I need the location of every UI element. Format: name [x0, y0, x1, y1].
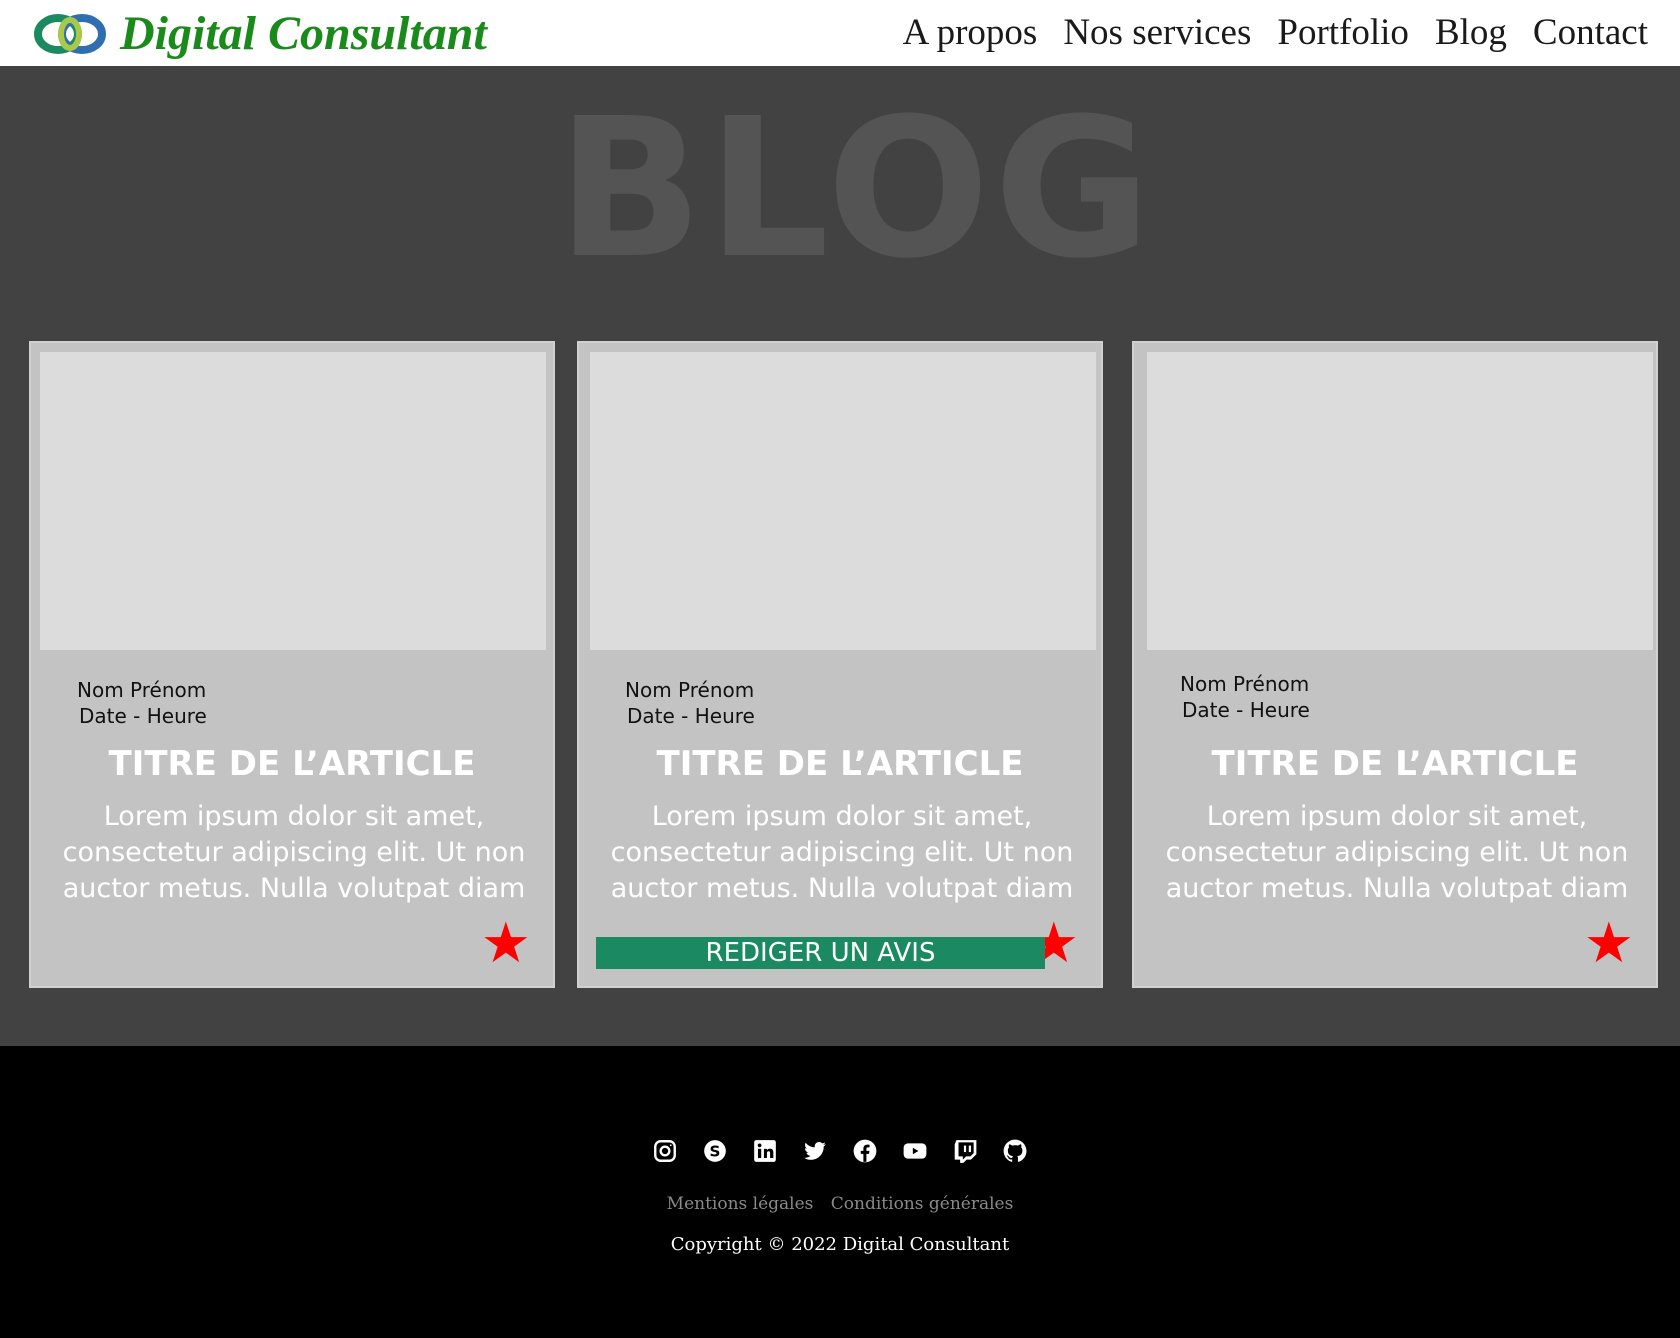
twitter-icon[interactable] [802, 1138, 828, 1164]
article-datetime: Date - Heure [627, 704, 755, 728]
nav-link-contact[interactable]: Contact [1533, 10, 1648, 56]
legal-links: Mentions légales Conditions générales [0, 1194, 1680, 1214]
linkedin-icon[interactable] [752, 1138, 778, 1164]
terms-link[interactable]: Conditions générales [831, 1194, 1014, 1214]
copyright-text: Copyright © 2022 Digital Consultant [670, 1234, 1010, 1255]
article-author: Nom Prénom [77, 678, 207, 702]
article-excerpt: Lorem ipsum dolor sit amet, consectetur … [610, 801, 1074, 904]
facebook-icon[interactable] [852, 1138, 878, 1164]
article-title: TITRE DE L’ARTICLE [1211, 744, 1579, 784]
site-header: Digital Consultant A propos Nos services… [0, 0, 1680, 66]
article-card-2[interactable]: Nom Prénom Date - Heure TITRE DE L’ARTIC… [577, 341, 1103, 988]
main-nav: A propos Nos services Portfolio Blog Con… [903, 10, 1648, 56]
brand-logo-link[interactable]: Digital Consultant [32, 8, 487, 60]
social-links: S [0, 1138, 1680, 1164]
legal-notice-link[interactable]: Mentions légales [667, 1194, 814, 1214]
favorite-star-icon[interactable]: ★ [1584, 915, 1634, 971]
github-icon[interactable] [1002, 1138, 1028, 1164]
skype-icon[interactable]: S [702, 1138, 728, 1164]
article-author: Nom Prénom [625, 678, 755, 702]
instagram-icon[interactable] [652, 1138, 678, 1164]
brand-name: Digital Consultant [120, 7, 487, 60]
article-datetime: Date - Heure [79, 704, 207, 728]
twitch-icon[interactable] [952, 1138, 978, 1164]
write-review-button[interactable]: REDIGER UN AVIS [596, 937, 1045, 969]
article-meta: Nom Prénom Date - Heure [625, 677, 755, 729]
article-meta: Nom Prénom Date - Heure [77, 677, 207, 729]
blog-section: BLOG Nom Prénom Date - Heure TITRE DE L’… [0, 66, 1680, 1046]
article-title: TITRE DE L’ARTICLE [656, 744, 1024, 784]
article-excerpt: Lorem ipsum dolor sit amet, consectetur … [62, 801, 526, 904]
blog-background-title: BLOG [556, 78, 1156, 301]
article-card-1[interactable]: Nom Prénom Date - Heure TITRE DE L’ARTIC… [29, 341, 555, 988]
nav-link-nos-services[interactable]: Nos services [1063, 10, 1251, 56]
logo-rings-icon [34, 14, 106, 54]
article-meta: Nom Prénom Date - Heure [1180, 671, 1310, 723]
favorite-star-icon[interactable]: ★ [481, 915, 531, 971]
article-card-3[interactable]: Nom Prénom Date - Heure TITRE DE L’ARTIC… [1132, 341, 1658, 988]
site-footer: S Mentions légales Conditions générales … [0, 1046, 1680, 1338]
article-image-placeholder [40, 352, 546, 650]
article-author: Nom Prénom [1180, 672, 1310, 696]
nav-link-blog[interactable]: Blog [1435, 10, 1507, 56]
article-datetime: Date - Heure [1182, 698, 1310, 722]
article-image-placeholder [1147, 352, 1653, 650]
nav-link-portfolio[interactable]: Portfolio [1277, 10, 1409, 56]
article-excerpt: Lorem ipsum dolor sit amet, consectetur … [1165, 801, 1629, 904]
youtube-icon[interactable] [902, 1138, 928, 1164]
svg-text:S: S [710, 1142, 721, 1160]
article-image-placeholder [590, 352, 1096, 650]
nav-link-a-propos[interactable]: A propos [903, 10, 1038, 56]
article-title: TITRE DE L’ARTICLE [108, 744, 476, 784]
